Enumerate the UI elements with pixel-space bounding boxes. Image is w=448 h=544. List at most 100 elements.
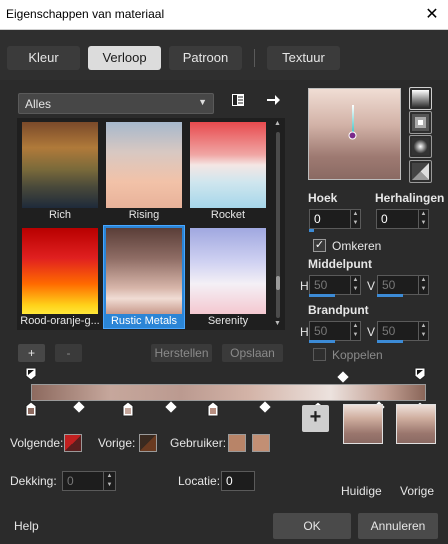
opacity-stop-right-icon[interactable] — [414, 367, 426, 381]
angle-spinner[interactable]: 0 ▲ ▼ — [309, 209, 361, 229]
spinner-arrows-icon[interactable]: ▲ ▼ — [418, 322, 428, 340]
current-label: Huidige — [341, 484, 382, 498]
gradient-swatch — [106, 228, 182, 314]
gradient-swatch — [190, 228, 266, 314]
spinner-arrows-icon[interactable]: ▲ ▼ — [350, 322, 360, 340]
center-h-value: 50 — [314, 278, 328, 292]
opacity-spinner[interactable]: 0 ▲ ▼ — [62, 471, 116, 491]
center-point-icon[interactable] — [348, 131, 357, 140]
reset-button[interactable]: Herstellen — [151, 344, 212, 362]
repeats-value: 0 — [381, 212, 388, 226]
color-stop-3[interactable] — [207, 401, 219, 417]
opacity-value: 0 — [67, 474, 74, 488]
tab-bar: Kleur Verloop Patroon Textuur — [0, 30, 448, 80]
link-checkbox[interactable] — [313, 348, 326, 361]
gradient-swatch — [22, 122, 98, 208]
gallery-item-label: Rocket — [210, 209, 246, 221]
arrow-right-icon[interactable] — [265, 92, 281, 108]
scroll-up-icon[interactable]: ▲ — [274, 120, 281, 127]
prev-color-label: Vorige: — [98, 436, 136, 450]
focal-h-spinner[interactable]: 50 ▲ ▼ — [309, 321, 361, 341]
gallery-item-label: Serenity — [207, 315, 249, 327]
gallery-item-rood-oranje[interactable]: Rood-oranje-g... — [20, 226, 100, 328]
center-v-slider[interactable] — [377, 294, 403, 297]
focal-h-label: H — [300, 325, 309, 339]
help-link[interactable]: Help — [14, 519, 39, 533]
scroll-down-icon[interactable]: ▼ — [274, 320, 281, 327]
next-color-swatch[interactable] — [64, 434, 82, 452]
radial-gradient-type-button[interactable] — [409, 135, 432, 158]
repeats-spinner[interactable]: 0 ▲ ▼ — [376, 209, 429, 229]
tab-verloop[interactable]: Verloop — [88, 46, 161, 70]
focal-v-slider[interactable] — [377, 340, 403, 343]
spinner-arrows-icon[interactable]: ▲ ▼ — [350, 210, 360, 228]
center-h-slider[interactable] — [309, 294, 335, 297]
category-value: Alles — [25, 97, 52, 111]
ok-button[interactable]: OK — [273, 513, 351, 539]
opacity-stop-left-icon[interactable] — [25, 367, 37, 381]
tab-kleur[interactable]: Kleur — [7, 46, 80, 70]
gradient-editor-bar[interactable] — [31, 384, 426, 401]
tab-patroon[interactable]: Patroon — [169, 46, 242, 70]
rectangular-gradient-icon — [412, 114, 429, 131]
gallery-item-rising[interactable]: Rising — [104, 120, 184, 222]
spinner-arrows-icon[interactable]: ▲ ▼ — [418, 276, 428, 294]
cancel-button[interactable]: Annuleren — [358, 513, 438, 539]
save-gradient-button[interactable]: Opslaan — [222, 344, 283, 362]
gallery-item-serenity[interactable]: Serenity — [188, 226, 268, 328]
repeats-label: Herhalingen — [375, 191, 445, 205]
link-label: Koppelen — [332, 348, 383, 362]
tab-textuur[interactable]: Textuur — [267, 46, 340, 70]
add-gradient-button[interactable]: + — [18, 344, 45, 362]
gradient-gallery: Rich Rising Rocket Rood-oranje-g... Rust… — [17, 118, 285, 330]
focal-v-spinner[interactable]: 50 ▲ ▼ — [377, 321, 429, 341]
color-stop-2[interactable] — [122, 401, 134, 417]
focal-h-slider[interactable] — [309, 340, 335, 343]
radial-gradient-icon — [412, 138, 429, 155]
spinner-arrows-icon[interactable]: ▲ ▼ — [103, 472, 115, 490]
prev-color-swatch[interactable] — [139, 434, 157, 452]
focal-v-value: 50 — [382, 324, 396, 338]
library-icon[interactable] — [230, 92, 246, 108]
angle-label: Hoek — [308, 191, 338, 205]
spinner-arrows-icon[interactable]: ▲ ▼ — [350, 276, 360, 294]
focal-v-label: V — [367, 325, 376, 339]
gallery-item-rustic-metals[interactable]: Rustic Metals — [103, 225, 185, 329]
location-field[interactable]: 0 — [221, 471, 255, 491]
sunburst-gradient-type-button[interactable] — [409, 160, 432, 183]
user-color-swatch-1[interactable] — [228, 434, 246, 452]
remove-gradient-button[interactable]: - — [55, 344, 82, 362]
angle-slider[interactable] — [309, 229, 314, 232]
center-v-spinner[interactable]: 50 ▲ ▼ — [377, 275, 429, 295]
location-label: Locatie: — [178, 474, 221, 488]
color-stop-1[interactable] — [25, 401, 37, 417]
next-color-label: Volgende: — [10, 436, 64, 450]
sunburst-gradient-icon — [412, 163, 429, 180]
add-to-recent-button[interactable]: + — [302, 405, 329, 432]
gallery-item-label: Rustic Metals — [110, 315, 178, 327]
scrollbar-track[interactable] — [276, 132, 280, 318]
close-icon[interactable]: ✕ — [416, 0, 448, 30]
gradient-swatch — [106, 122, 182, 208]
chevron-down-icon: ▼ — [198, 97, 207, 107]
title-bar: Eigenschappen van materiaal ✕ — [0, 0, 448, 30]
user-color-swatch-2[interactable] — [252, 434, 270, 452]
rectangular-gradient-type-button[interactable] — [409, 111, 432, 134]
category-dropdown[interactable]: Alles ▼ — [18, 93, 214, 114]
linear-gradient-type-button[interactable] — [409, 87, 432, 110]
scrollbar-thumb[interactable] — [276, 276, 280, 290]
angle-value: 0 — [314, 212, 321, 226]
gallery-item-rich[interactable]: Rich — [20, 120, 100, 222]
previous-gradient-thumb[interactable] — [396, 404, 436, 444]
center-v-label: V — [367, 279, 376, 293]
focal-h-value: 50 — [314, 324, 328, 338]
center-h-spinner[interactable]: 50 ▲ ▼ — [309, 275, 361, 295]
invert-checkbox[interactable]: ✓ — [313, 239, 326, 252]
linear-gradient-icon — [412, 90, 429, 107]
user-color-label: Gebruiker: — [170, 436, 227, 450]
gallery-item-rocket[interactable]: Rocket — [188, 120, 268, 222]
spinner-arrows-icon[interactable]: ▲ ▼ — [418, 210, 428, 228]
center-label: Middelpunt — [308, 257, 372, 271]
focal-label: Brandpunt — [308, 303, 369, 317]
current-gradient-thumb[interactable] — [343, 404, 383, 444]
